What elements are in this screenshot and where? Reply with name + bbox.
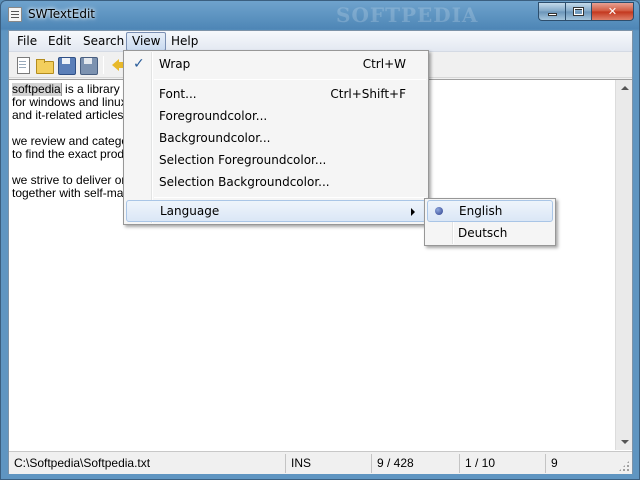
save-as-icon[interactable] bbox=[79, 56, 98, 75]
close-button[interactable]: ✕ bbox=[591, 2, 634, 21]
status-line: 1 / 10 bbox=[460, 454, 546, 473]
menu-item-label: Language bbox=[160, 204, 220, 218]
minimize-button[interactable] bbox=[538, 2, 565, 21]
menu-item-shortcut: Ctrl+W bbox=[362, 57, 406, 71]
window-title: SWTextEdit bbox=[28, 7, 95, 21]
menu-item-label: Deutsch bbox=[458, 226, 508, 240]
status-column: 9 bbox=[551, 456, 558, 470]
save-icon[interactable] bbox=[57, 56, 76, 75]
resize-grip-icon[interactable] bbox=[618, 460, 630, 472]
status-file-path: C:\Softpedia\Softpedia.txt bbox=[9, 454, 286, 473]
view-menu-selection-foregroundcolor[interactable]: Selection Foregroundcolor... bbox=[126, 149, 426, 171]
title-bar[interactable]: SWTextEdit SOFTPEDIA ✕ bbox=[1, 1, 639, 29]
menu-item-label: Backgroundcolor... bbox=[159, 131, 271, 145]
close-icon: ✕ bbox=[607, 5, 618, 18]
maximize-icon bbox=[573, 7, 584, 16]
menu-item-label: Selection Backgroundcolor... bbox=[159, 175, 330, 189]
scroll-down-arrow-icon[interactable] bbox=[616, 433, 633, 450]
menu-item-label: Foregroundcolor... bbox=[159, 109, 268, 123]
submenu-arrow-icon bbox=[411, 208, 415, 216]
app-document-icon[interactable] bbox=[8, 7, 22, 22]
menu-separator bbox=[154, 79, 426, 80]
status-bar: C:\Softpedia\Softpedia.txt INS 9 / 428 1… bbox=[9, 451, 632, 474]
menu-view[interactable]: View bbox=[126, 32, 167, 51]
menu-item-label: Selection Foregroundcolor... bbox=[159, 153, 327, 167]
view-menu-backgroundcolor[interactable]: Backgroundcolor... bbox=[126, 127, 426, 149]
menu-help[interactable]: Help bbox=[166, 32, 203, 51]
language-submenu: English Deutsch bbox=[424, 198, 556, 246]
radio-selected-icon bbox=[435, 207, 443, 215]
menu-separator bbox=[154, 197, 426, 198]
status-insert-mode: INS bbox=[286, 454, 372, 473]
menu-item-label: Wrap bbox=[159, 57, 191, 71]
caption-buttons: ✕ bbox=[538, 2, 634, 21]
menu-item-shortcut: Ctrl+Shift+F bbox=[330, 87, 406, 101]
menu-search[interactable]: Search bbox=[78, 32, 129, 51]
language-english[interactable]: English bbox=[427, 200, 553, 222]
menu-item-label: Font... bbox=[159, 87, 197, 101]
status-char-position: 9 / 428 bbox=[372, 454, 460, 473]
view-menu-foregroundcolor[interactable]: Foregroundcolor... bbox=[126, 105, 426, 127]
view-menu-wrap[interactable]: ✓ Wrap Ctrl+W bbox=[126, 53, 426, 75]
softpedia-watermark: SOFTPEDIA bbox=[336, 3, 479, 27]
toolbar-separator bbox=[103, 56, 104, 74]
view-menu-selection-backgroundcolor[interactable]: Selection Backgroundcolor... bbox=[126, 171, 426, 193]
open-folder-icon[interactable] bbox=[35, 56, 54, 74]
menu-edit[interactable]: Edit bbox=[43, 32, 76, 51]
view-menu-dropdown: ✓ Wrap Ctrl+W Font... Ctrl+Shift+F Foreg… bbox=[123, 50, 429, 225]
view-menu-font[interactable]: Font... Ctrl+Shift+F bbox=[126, 83, 426, 105]
checkmark-icon: ✓ bbox=[133, 56, 145, 72]
language-deutsch[interactable]: Deutsch bbox=[427, 222, 553, 244]
menu-file[interactable]: File bbox=[12, 32, 42, 51]
maximize-button[interactable] bbox=[565, 2, 591, 21]
minimize-icon bbox=[548, 13, 557, 16]
menu-item-label: English bbox=[459, 204, 503, 218]
scroll-up-arrow-icon[interactable] bbox=[616, 80, 633, 97]
selected-text: softpedia bbox=[12, 83, 62, 96]
vertical-scrollbar[interactable] bbox=[615, 80, 632, 450]
view-menu-language[interactable]: Language bbox=[126, 200, 426, 222]
new-file-icon[interactable] bbox=[14, 56, 32, 74]
menu-bar: File Edit Search View Help bbox=[9, 31, 632, 52]
